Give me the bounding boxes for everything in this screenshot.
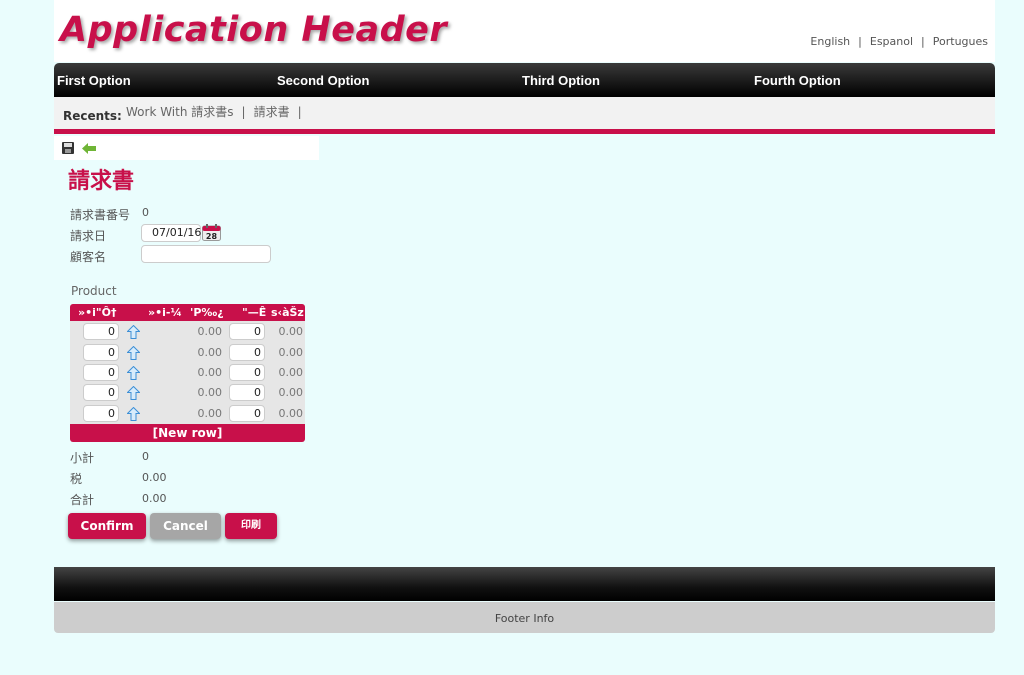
amount-value: 0.00 bbox=[278, 407, 304, 420]
calendar-icon[interactable]: 28 bbox=[202, 224, 221, 241]
column-header-product-name: »•i-¼ bbox=[148, 306, 182, 319]
amount-value: 0.00 bbox=[278, 386, 304, 399]
product-id-input[interactable]: 0 bbox=[83, 384, 119, 401]
product-id-input[interactable]: 0 bbox=[83, 364, 119, 381]
nav-item-fourth-option[interactable]: Fourth Option bbox=[754, 73, 841, 88]
product-id-input[interactable]: 0 bbox=[83, 323, 119, 340]
recent-item-invoice[interactable]: 請求書 bbox=[254, 105, 290, 119]
product-grid-header: »•i"Ô† »•i-¼ 'P‰¿ "—Ê s‹àŠz bbox=[70, 304, 305, 321]
recents-bar: Recents: Work With 請求書s | 請求書 | bbox=[54, 97, 995, 134]
language-portugues-link[interactable]: Portugues bbox=[933, 35, 988, 48]
main-nav: First Option Second Option Third Option … bbox=[54, 63, 995, 97]
app-header: Application Header English | Espanol | Portu… bbox=[54, 0, 995, 62]
amount-value: 0.00 bbox=[278, 325, 304, 338]
subtotal-label: 小計 bbox=[70, 451, 95, 465]
invoice-number-label: 請求書番号 bbox=[70, 208, 131, 222]
total-value: 0.00 bbox=[142, 492, 167, 505]
new-row-button[interactable]: [New row] bbox=[70, 424, 305, 442]
column-header-amount: s‹àŠz bbox=[271, 306, 304, 319]
unit-price-value: 0.00 bbox=[197, 366, 223, 379]
amount-value: 0.00 bbox=[278, 346, 304, 359]
separator: | bbox=[858, 35, 862, 48]
product-section-label: Product bbox=[71, 284, 117, 298]
tax-label: 税 bbox=[70, 472, 83, 486]
product-id-input[interactable]: 0 bbox=[83, 405, 119, 422]
confirm-button[interactable]: Confirm bbox=[68, 513, 146, 539]
cancel-button[interactable]: Cancel bbox=[150, 513, 221, 539]
invoice-number-value: 0 bbox=[142, 206, 149, 219]
language-english-link[interactable]: English bbox=[810, 35, 850, 48]
nav-item-first-option[interactable]: First Option bbox=[57, 73, 131, 88]
print-button[interactable]: 印刷 bbox=[225, 513, 277, 539]
page-wrapper: Application Header English | Espanol | Portu… bbox=[54, 0, 995, 633]
arrow-up-icon[interactable] bbox=[127, 346, 140, 360]
quantity-input[interactable]: 0 bbox=[229, 384, 265, 401]
unit-price-value: 0.00 bbox=[197, 325, 223, 338]
unit-price-value: 0.00 bbox=[197, 407, 223, 420]
footer-bar bbox=[54, 567, 995, 601]
quantity-input[interactable]: 0 bbox=[229, 323, 265, 340]
nav-item-third-option[interactable]: Third Option bbox=[522, 73, 600, 88]
quantity-input[interactable]: 0 bbox=[229, 364, 265, 381]
tax-value: 0.00 bbox=[142, 471, 167, 484]
product-grid: »•i"Ô† »•i-¼ 'P‰¿ "—Ê s‹àŠz 0 0.00 0 0.0… bbox=[70, 304, 305, 442]
separator: | bbox=[921, 35, 925, 48]
quantity-input[interactable]: 0 bbox=[229, 405, 265, 422]
unit-price-value: 0.00 bbox=[197, 386, 223, 399]
column-header-product-id: »•i"Ô† bbox=[78, 306, 117, 319]
recent-item-work-with[interactable]: Work With 請求書s bbox=[126, 105, 234, 119]
save-icon[interactable] bbox=[62, 142, 74, 154]
toolbar bbox=[54, 136, 319, 160]
quantity-input[interactable]: 0 bbox=[229, 344, 265, 361]
page-title: 請求書 bbox=[68, 169, 135, 194]
subtotal-value: 0 bbox=[142, 450, 149, 463]
total-label: 合計 bbox=[70, 493, 95, 507]
language-switcher: English | Espanol | Portugues bbox=[810, 35, 988, 48]
language-espanol-link[interactable]: Espanol bbox=[870, 35, 913, 48]
invoice-date-input[interactable]: 07/01/16 bbox=[141, 224, 201, 242]
customer-name-label: 顧客名 bbox=[70, 250, 107, 264]
arrow-up-icon[interactable] bbox=[127, 325, 140, 339]
separator: | bbox=[297, 105, 302, 119]
back-arrow-icon[interactable] bbox=[82, 143, 96, 154]
nav-item-second-option[interactable]: Second Option bbox=[277, 73, 369, 88]
column-header-quantity: "—Ê bbox=[242, 306, 267, 319]
product-id-input[interactable]: 0 bbox=[83, 344, 119, 361]
invoice-date-label: 請求日 bbox=[70, 229, 107, 243]
recents-label: Recents: bbox=[63, 109, 122, 123]
recents-list: Work With 請求書s | 請求書 | bbox=[126, 103, 310, 120]
calendar-icon-day: 28 bbox=[206, 232, 218, 241]
app-title: Application Header bbox=[60, 10, 448, 50]
arrow-up-icon[interactable] bbox=[127, 386, 140, 400]
separator: | bbox=[241, 105, 246, 119]
amount-value: 0.00 bbox=[278, 366, 304, 379]
unit-price-value: 0.00 bbox=[197, 346, 223, 359]
column-header-unit-price: 'P‰¿ bbox=[190, 306, 224, 319]
customer-name-input[interactable] bbox=[141, 245, 271, 263]
arrow-up-icon[interactable] bbox=[127, 366, 140, 380]
arrow-up-icon[interactable] bbox=[127, 407, 140, 421]
footer-info: Footer Info bbox=[54, 602, 995, 633]
